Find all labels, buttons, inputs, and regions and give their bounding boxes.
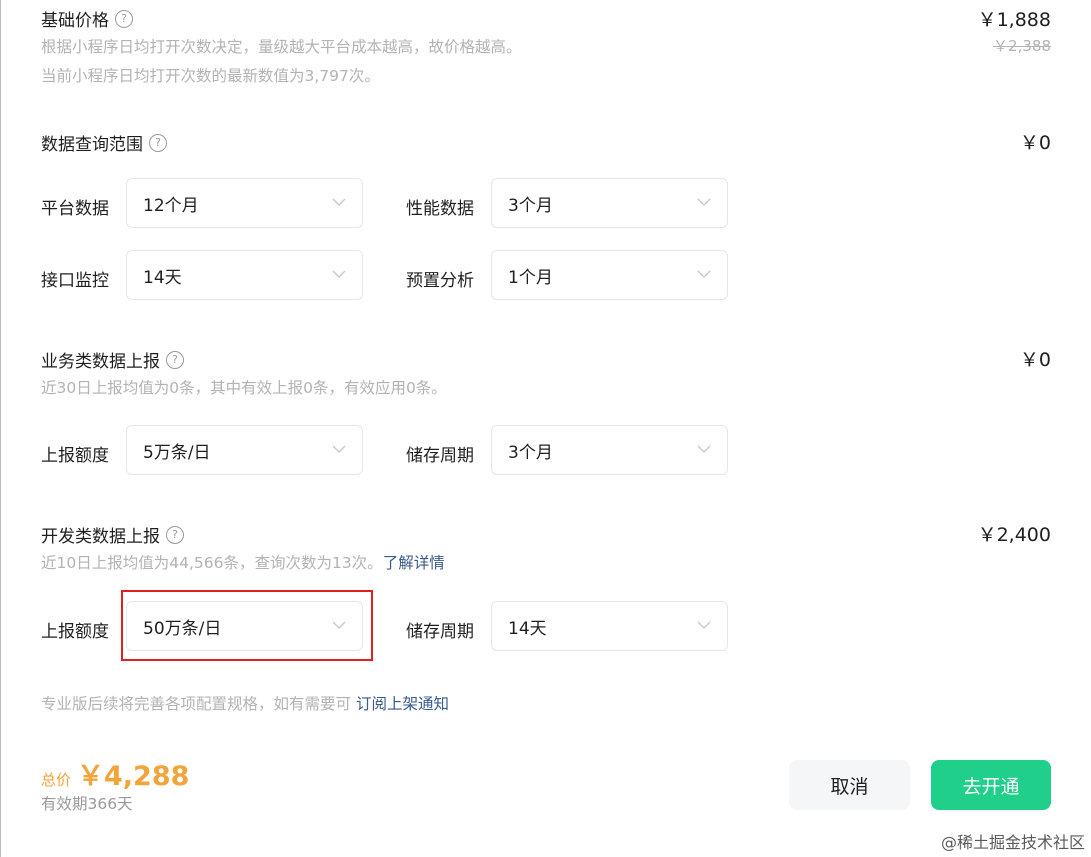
base-price-title: 基础价格 ? <box>41 6 133 31</box>
pro-notice-text: 专业版后续将完善各项配置规格，如有需要可 <box>41 695 356 713</box>
dev-storage-select[interactable]: 14天 <box>491 601 728 651</box>
base-price-value: ￥1,888 <box>977 9 1051 31</box>
platform-data-label: 平台数据 <box>41 199 109 219</box>
validity-period: 有效期366天 <box>41 795 133 813</box>
api-monitor-label: 接口监控 <box>41 271 109 291</box>
business-report-price: ￥0 <box>1019 349 1051 371</box>
business-storage-value: 3个月 <box>508 442 553 463</box>
cancel-button[interactable]: 取消 <box>789 760 910 810</box>
learn-more-link[interactable]: 了解详情 <box>383 554 445 572</box>
business-storage-label: 储存周期 <box>406 446 474 466</box>
business-storage-select[interactable]: 3个月 <box>491 425 728 475</box>
chevron-down-icon <box>697 198 711 206</box>
platform-data-select[interactable]: 12个月 <box>126 178 363 228</box>
total-price-label: 总价 <box>41 771 72 789</box>
red-highlight-box <box>121 590 373 661</box>
query-range-price: ￥0 <box>1019 132 1051 154</box>
api-monitor-select[interactable]: 14天 <box>126 250 363 300</box>
subscribe-notice-link[interactable]: 订阅上架通知 <box>356 695 449 713</box>
business-report-title-text: 业务类数据上报 <box>41 352 160 372</box>
dev-report-title: 开发类数据上报 ? <box>41 522 184 547</box>
pro-notice: 专业版后续将完善各项配置规格，如有需要可 订阅上架通知 <box>41 692 449 714</box>
performance-data-value: 3个月 <box>508 195 553 216</box>
base-price-description: 根据小程序日均打开次数决定，量级越大平台成本越高，故价格越高。 <box>41 38 522 56</box>
preset-analysis-label: 预置分析 <box>406 271 474 291</box>
watermark: @稀土掘金技术社区 <box>940 833 1085 852</box>
dev-storage-value: 14天 <box>508 618 547 639</box>
chevron-down-icon <box>697 621 711 629</box>
help-icon[interactable]: ? <box>166 350 184 369</box>
api-monitor-value: 14天 <box>143 267 182 288</box>
base-price-title-text: 基础价格 <box>41 11 109 31</box>
total-price: 总价 ￥4,288 <box>41 754 189 793</box>
activate-button[interactable]: 去开通 <box>931 760 1051 810</box>
help-icon[interactable]: ? <box>115 9 133 28</box>
preset-analysis-value: 1个月 <box>508 267 553 288</box>
pricing-config-panel: 基础价格 ? 根据小程序日均打开次数决定，量级越大平台成本越高，故价格越高。 当… <box>0 0 1091 857</box>
chevron-down-icon <box>332 445 346 453</box>
preset-analysis-select[interactable]: 1个月 <box>491 250 728 300</box>
platform-data-value: 12个月 <box>143 195 199 216</box>
help-icon[interactable]: ? <box>149 133 167 152</box>
window-left-border <box>0 0 1 857</box>
base-price-original: ￥2,388 <box>993 37 1051 55</box>
business-report-title: 业务类数据上报 ? <box>41 347 184 372</box>
dev-report-title-text: 开发类数据上报 <box>41 527 160 547</box>
chevron-down-icon <box>332 270 346 278</box>
help-icon[interactable]: ? <box>166 525 184 544</box>
dev-report-description: 近10日上报均值为44,566条，查询次数为13次。了解详情 <box>41 551 445 573</box>
business-quota-select[interactable]: 5万条/日 <box>126 425 363 475</box>
business-quota-label: 上报额度 <box>41 446 109 466</box>
dev-quota-label: 上报额度 <box>41 622 109 642</box>
query-range-title-text: 数据查询范围 <box>41 135 143 155</box>
performance-data-label: 性能数据 <box>406 199 474 219</box>
dev-storage-label: 储存周期 <box>406 622 474 642</box>
base-price-current-opens: 当前小程序日均打开次数的最新数值为3,797次。 <box>41 67 380 85</box>
dev-report-description-text: 近10日上报均值为44,566条，查询次数为13次。 <box>41 554 383 572</box>
query-range-title: 数据查询范围 ? <box>41 130 167 155</box>
total-price-value: ￥4,288 <box>77 761 190 792</box>
chevron-down-icon <box>697 270 711 278</box>
chevron-down-icon <box>332 198 346 206</box>
business-quota-value: 5万条/日 <box>143 442 211 463</box>
performance-data-select[interactable]: 3个月 <box>491 178 728 228</box>
dev-report-price: ￥2,400 <box>977 524 1051 546</box>
business-report-description: 近30日上报均值为0条，其中有效上报0条，有效应用0条。 <box>41 379 447 397</box>
chevron-down-icon <box>697 445 711 453</box>
